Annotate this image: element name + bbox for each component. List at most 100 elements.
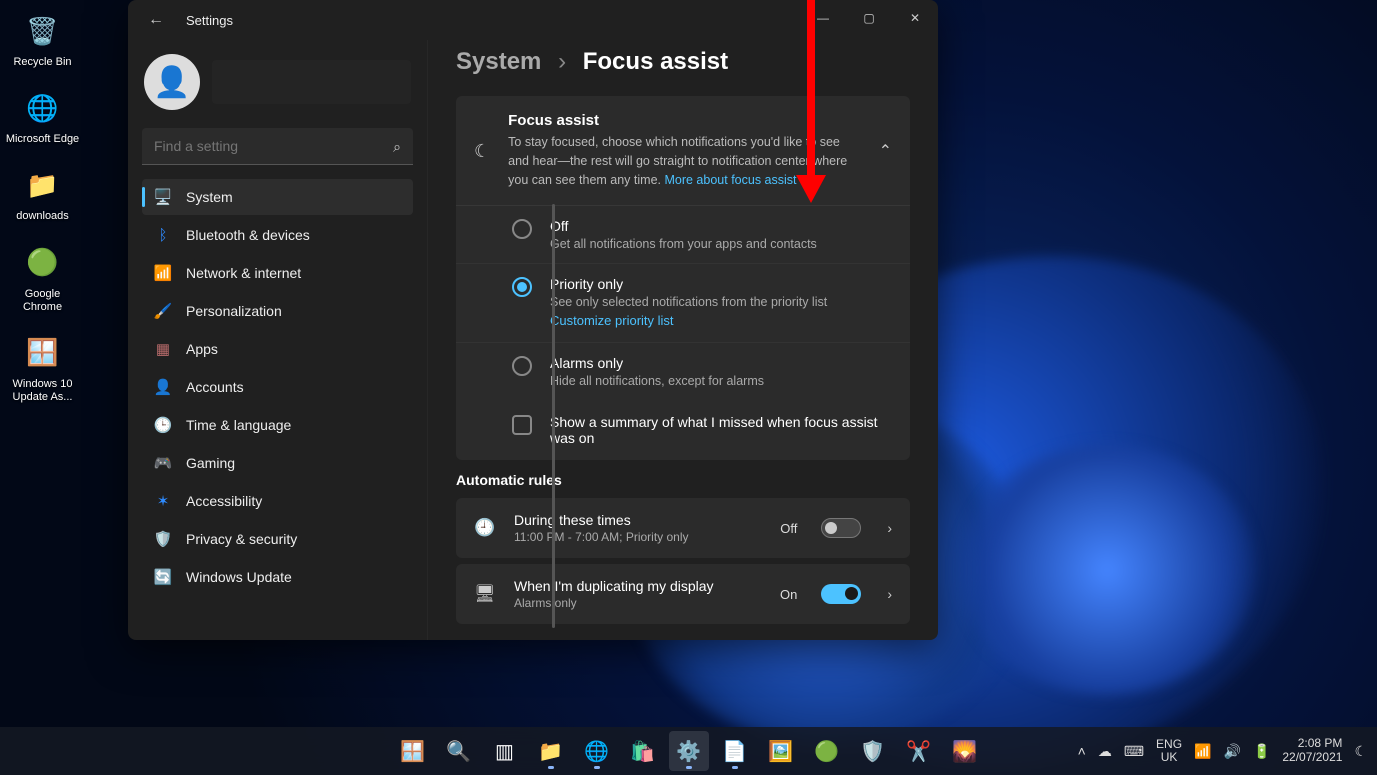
desktop-label: downloads [5, 210, 80, 223]
sidebar-icon: 👤 [154, 378, 172, 396]
taskbar-gallery[interactable]: 🌄 [945, 731, 985, 771]
focus-option-alarms-only[interactable]: Alarms only Hide all notifications, exce… [456, 343, 910, 400]
rule-state: Off [780, 521, 797, 536]
radio-button[interactable] [512, 356, 532, 376]
rule-toggle[interactable] [821, 518, 861, 538]
taskbar-chrome[interactable]: 🟢 [807, 731, 847, 771]
minimize-button[interactable]: ― [800, 0, 846, 36]
search-input[interactable] [142, 128, 413, 165]
taskbar-word[interactable]: 📄 [715, 731, 755, 771]
battery-icon[interactable]: 🔋 [1253, 743, 1270, 760]
sidebar-item-personalization[interactable]: 🖌️ Personalization [142, 293, 413, 329]
rule-during-these-times[interactable]: 🕘 During these times 11:00 PM - 7:00 AM;… [456, 498, 910, 558]
wifi-icon[interactable]: 📶 [1194, 743, 1211, 760]
radio-button[interactable] [512, 277, 532, 297]
radio-button[interactable] [512, 219, 532, 239]
summary-checkbox[interactable] [512, 415, 532, 435]
keyboard-icon[interactable]: ⌨ [1124, 743, 1144, 760]
sidebar-item-label: Time & language [186, 417, 291, 433]
sidebar-item-time-language[interactable]: 🕒 Time & language [142, 407, 413, 443]
sidebar-item-label: Apps [186, 341, 218, 357]
taskbar-store[interactable]: 🛍️ [623, 731, 663, 771]
back-button[interactable]: ← [136, 11, 176, 29]
rule-icon: 🖥 [474, 584, 496, 604]
taskbar-search[interactable]: 🔍 [439, 731, 479, 771]
sidebar-item-network-internet[interactable]: 📶 Network & internet [142, 255, 413, 291]
customize-priority-link[interactable]: Customize priority list [550, 313, 674, 328]
sidebar-item-label: Gaming [186, 455, 235, 471]
clock[interactable]: 2:08 PM 22/07/2021 [1282, 737, 1342, 765]
breadcrumb-sep: › [558, 48, 566, 75]
sidebar-scrollbar[interactable] [552, 204, 555, 628]
sidebar-icon: ✶ [154, 492, 172, 510]
sidebar-item-label: Personalization [186, 303, 282, 319]
option-title: Priority only [550, 276, 827, 292]
sidebar-item-label: Network & internet [186, 265, 301, 281]
settings-search[interactable]: ⌕ [142, 128, 413, 165]
sidebar-item-label: System [186, 189, 233, 205]
rule-when-i-m-duplicating-my-display[interactable]: 🖥 When I'm duplicating my display Alarms… [456, 564, 910, 624]
sidebar-item-gaming[interactable]: 🎮 Gaming [142, 445, 413, 481]
maximize-button[interactable]: ▢ [846, 0, 892, 36]
tray-overflow-icon[interactable]: ˄ [1078, 743, 1086, 759]
summary-label: Show a summary of what I missed when foc… [550, 414, 892, 446]
sidebar-item-bluetooth-devices[interactable]: ᛒ Bluetooth & devices [142, 217, 413, 253]
sidebar-item-apps[interactable]: ▦ Apps [142, 331, 413, 367]
settings-window: ← Settings ― ▢ ✕ 👤 ⌕ 🖥️ System ᛒ Bluetoo… [128, 0, 938, 640]
desktop-icon-windows-10-update-as-[interactable]: 🪟 Windows 10 Update As... [5, 332, 80, 404]
desktop-icon-recycle-bin[interactable]: 🗑️ Recycle Bin [5, 10, 80, 69]
taskbar-task-view[interactable]: ▥ [485, 731, 525, 771]
summary-checkbox-row[interactable]: Show a summary of what I missed when foc… [456, 400, 910, 460]
sidebar-item-windows-update[interactable]: 🔄 Windows Update [142, 559, 413, 595]
breadcrumb: System › Focus assist [456, 48, 910, 76]
taskbar-settings[interactable]: ⚙️ [669, 731, 709, 771]
sidebar-item-system[interactable]: 🖥️ System [142, 179, 413, 215]
taskbar-security[interactable]: 🛡️ [853, 731, 893, 771]
sidebar-item-privacy-security[interactable]: 🛡️ Privacy & security [142, 521, 413, 557]
automatic-rules-header: Automatic rules [456, 472, 910, 488]
taskbar-snip[interactable]: ✂️ [899, 731, 939, 771]
moon-icon: ☾ [474, 114, 490, 189]
sidebar-icon: 🖌️ [154, 302, 172, 320]
sidebar-item-accessibility[interactable]: ✶ Accessibility [142, 483, 413, 519]
sidebar-item-label: Bluetooth & devices [186, 227, 310, 243]
focus-option-priority-only[interactable]: Priority only See only selected notifica… [456, 264, 910, 343]
focus-option-off[interactable]: Off Get all notifications from your apps… [456, 206, 910, 264]
more-about-link[interactable]: More about focus assist [664, 173, 796, 187]
sidebar-item-label: Accounts [186, 379, 244, 395]
option-desc: Get all notifications from your apps and… [550, 237, 817, 251]
breadcrumb-current: Focus assist [583, 48, 728, 75]
sidebar-icon: 🕒 [154, 416, 172, 434]
taskbar-start[interactable]: 🪟 [393, 731, 433, 771]
breadcrumb-parent[interactable]: System [456, 48, 541, 75]
focus-assist-title: Focus assist [508, 112, 860, 129]
profile-block[interactable]: 👤 [142, 46, 413, 124]
volume-icon[interactable]: 🔊 [1224, 743, 1241, 760]
focus-assist-tray-icon[interactable]: ☾ [1354, 743, 1367, 760]
titlebar: ← Settings ― ▢ ✕ [128, 0, 938, 40]
rule-toggle[interactable] [821, 584, 861, 604]
onedrive-icon[interactable]: ☁ [1098, 743, 1112, 760]
chevron-up-icon[interactable]: ⌃ [879, 141, 892, 161]
close-button[interactable]: ✕ [892, 0, 938, 36]
desktop-icon-downloads[interactable]: 📁 downloads [5, 164, 80, 223]
desktop-glyph: 🟢 [22, 242, 64, 284]
language-indicator[interactable]: ENG UK [1156, 738, 1182, 764]
sidebar-icon: ▦ [154, 340, 172, 358]
option-desc: See only selected notifications from the… [550, 295, 827, 309]
focus-assist-header[interactable]: ☾ Focus assist To stay focused, choose w… [456, 96, 910, 206]
sidebar-item-accounts[interactable]: 👤 Accounts [142, 369, 413, 405]
desktop-icon-google-chrome[interactable]: 🟢 Google Chrome [5, 242, 80, 314]
desktop-glyph: 📁 [22, 164, 64, 206]
sidebar-icon: 🎮 [154, 454, 172, 472]
sidebar-item-label: Privacy & security [186, 531, 297, 547]
option-desc: Hide all notifications, except for alarm… [550, 374, 764, 388]
rule-icon: 🕘 [474, 518, 496, 538]
taskbar-edge[interactable]: 🌐 [577, 731, 617, 771]
taskbar-photos[interactable]: 🖼️ [761, 731, 801, 771]
sidebar-item-label: Accessibility [186, 493, 262, 509]
profile-name-redacted [212, 60, 411, 104]
taskbar-file-explorer[interactable]: 📁 [531, 731, 571, 771]
desktop-icon-microsoft-edge[interactable]: 🌐 Microsoft Edge [5, 87, 80, 146]
chevron-right-icon: › [887, 520, 892, 536]
